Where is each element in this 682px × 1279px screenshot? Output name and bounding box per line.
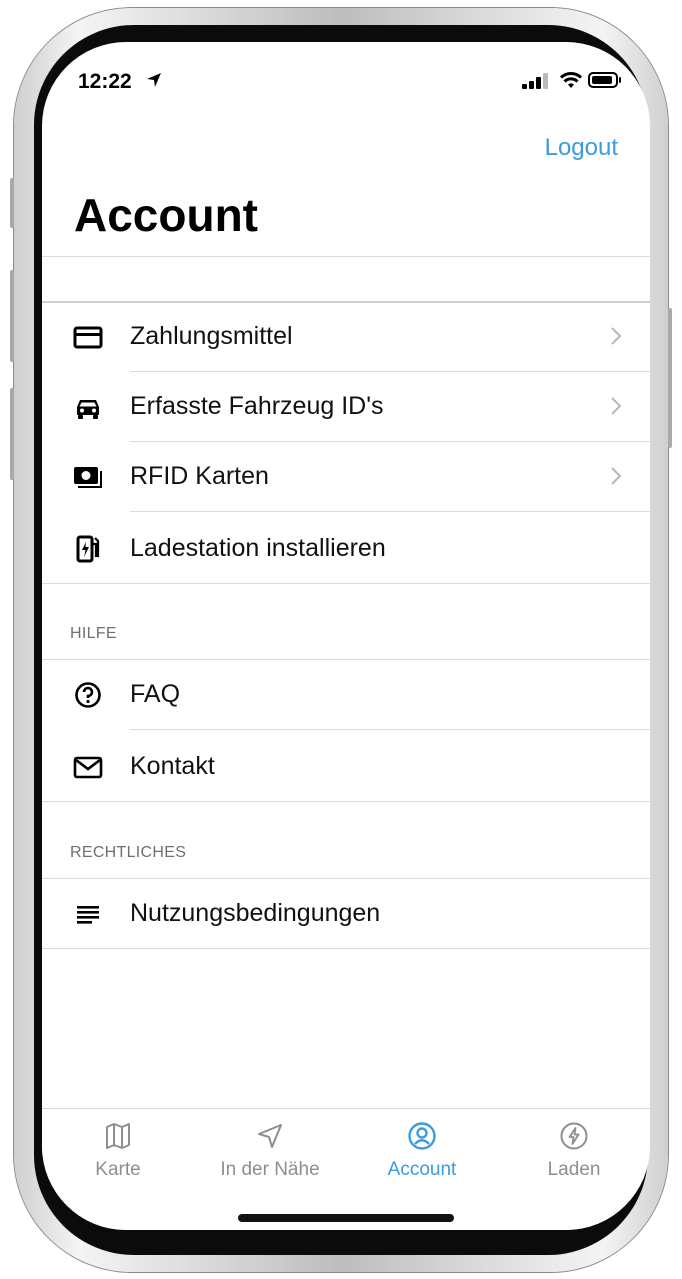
section-spacer	[42, 256, 650, 303]
section-header-label: RECHTLICHES	[70, 844, 187, 861]
tab-label: Account	[387, 1159, 457, 1180]
menu-item-label: FAQ	[130, 680, 181, 708]
page-title: Account	[74, 189, 258, 241]
logout-button[interactable]: Logout	[545, 134, 618, 162]
menu-item-label: Erfasste Fahrzeug ID's	[130, 392, 384, 420]
menu-item-ladestation[interactable]: Ladestation installieren	[42, 514, 650, 584]
chevron-right-icon	[611, 397, 622, 415]
section-header-rechtliches: RECHTLICHES	[42, 804, 650, 879]
charging-station-icon	[76, 535, 100, 563]
menu-item-fahrzeug-ids[interactable]: Erfasste Fahrzeug ID's	[42, 372, 650, 442]
menu-item-nutzungsbedingungen[interactable]: Nutzungsbedingungen	[42, 879, 650, 949]
car-icon	[77, 400, 99, 419]
app-screen: 12:22 Logout Account Zahlungsmittel Erfa…	[42, 42, 650, 1230]
row-separator	[130, 729, 650, 730]
map-icon	[106, 1123, 130, 1149]
menu-item-faq[interactable]: FAQ	[42, 660, 650, 730]
navigation-arrow-icon	[258, 1124, 282, 1148]
tab-in-der-naehe[interactable]: In der Nähe	[194, 1121, 346, 1191]
status-bar: 12:22	[42, 42, 650, 112]
wifi-icon	[559, 72, 583, 88]
tab-account[interactable]: Account	[346, 1121, 498, 1191]
credit-card-icon	[73, 326, 103, 349]
menu-item-label: Nutzungsbedingungen	[130, 899, 381, 927]
home-indicator[interactable]	[238, 1214, 454, 1222]
menu-item-kontakt[interactable]: Kontakt	[42, 732, 650, 802]
chevron-right-icon	[611, 327, 622, 345]
chevron-right-icon	[611, 467, 622, 485]
tab-label: Laden	[547, 1159, 601, 1180]
tab-laden[interactable]: Laden	[498, 1121, 650, 1191]
battery-icon	[588, 72, 621, 88]
status-time: 12:22	[78, 70, 132, 93]
menu-item-label: Zahlungsmittel	[130, 322, 293, 350]
row-separator	[130, 511, 650, 512]
cellular-signal-icon	[522, 73, 548, 89]
question-circle-icon	[75, 682, 101, 708]
row-separator	[42, 801, 650, 802]
silent-switch	[10, 178, 14, 228]
volume-down-button	[10, 388, 14, 480]
section-header-label: HILFE	[70, 625, 117, 642]
volume-up-button	[10, 270, 14, 362]
tab-bar: Karte In der Nähe Account Laden	[42, 1108, 650, 1230]
row-separator	[42, 583, 650, 584]
tab-label: In der Nähe	[220, 1159, 320, 1180]
menu-item-label: RFID Karten	[130, 462, 269, 490]
location-arrow-icon	[147, 73, 161, 87]
lightning-circle-icon	[560, 1122, 588, 1150]
text-lines-icon	[77, 906, 99, 924]
menu-item-rfid-karten[interactable]: RFID Karten	[42, 442, 650, 512]
tab-karte[interactable]: Karte	[42, 1121, 194, 1191]
menu-item-label: Ladestation installieren	[130, 534, 386, 562]
menu-item-zahlungsmittel[interactable]: Zahlungsmittel	[42, 302, 650, 372]
rfid-card-icon	[74, 467, 102, 488]
user-circle-icon	[408, 1122, 436, 1150]
menu-item-label: Kontakt	[130, 752, 215, 780]
section-header-hilfe: HILFE	[42, 585, 650, 660]
tab-label: Karte	[95, 1159, 141, 1180]
power-button	[668, 308, 672, 448]
row-separator	[42, 948, 650, 949]
mail-icon	[73, 756, 103, 779]
